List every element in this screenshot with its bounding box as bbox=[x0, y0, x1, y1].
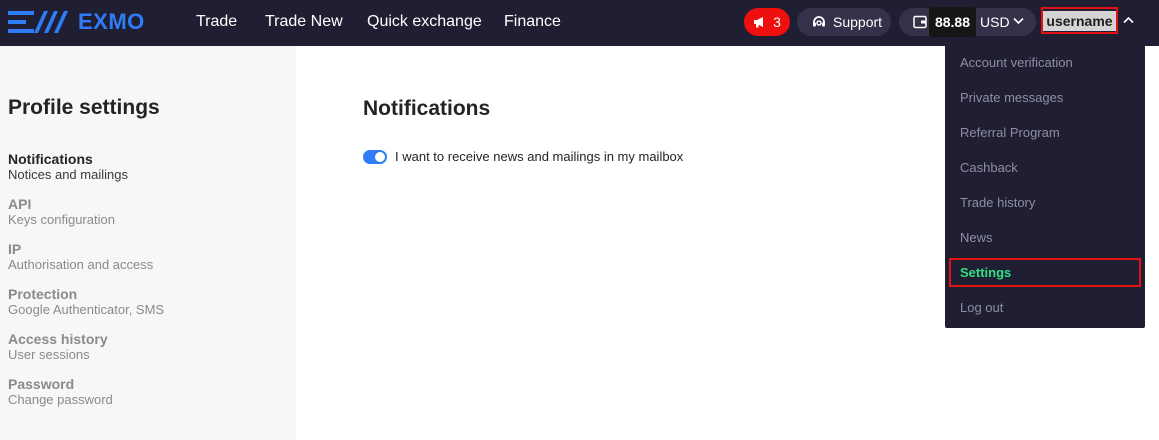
sidebar-item-api[interactable]: API Keys configuration bbox=[8, 196, 115, 227]
sidebar-item-subtitle: Google Authenticator, SMS bbox=[8, 302, 165, 317]
sidebar-item-subtitle: Authorisation and access bbox=[8, 257, 154, 272]
exmo-logo[interactable]: EXMO bbox=[8, 9, 145, 35]
sidebar-item-title: API bbox=[8, 196, 32, 212]
sidebar-item-title: IP bbox=[8, 241, 22, 257]
menu-item-private-messages[interactable]: Private messages bbox=[960, 90, 1063, 105]
balance-currency: USD bbox=[980, 14, 1010, 30]
username: username bbox=[1043, 10, 1116, 31]
sidebar-item-title: Notifications bbox=[8, 151, 93, 167]
sidebar-item-subtitle: User sessions bbox=[8, 347, 90, 362]
mailing-toggle-label[interactable]: I want to receive news and mailings in m… bbox=[395, 149, 683, 164]
megaphone-icon bbox=[754, 17, 764, 28]
menu-item-referral-program[interactable]: Referral Program bbox=[960, 125, 1060, 140]
wallet-icon bbox=[913, 15, 927, 29]
nav-finance[interactable]: Finance bbox=[504, 12, 561, 32]
balance-value: 88.88 bbox=[929, 7, 976, 37]
sidebar-item-ip[interactable]: IP Authorisation and access bbox=[8, 241, 153, 272]
mailing-toggle-switch[interactable] bbox=[363, 150, 387, 164]
sidebar-item-title: Access history bbox=[8, 331, 108, 347]
profile-settings-sidebar: Profile settings Notifications Notices a… bbox=[0, 46, 296, 440]
balance-selector[interactable]: 88.88 USD bbox=[899, 7, 1036, 37]
sidebar-item-password[interactable]: Password Change password bbox=[8, 376, 113, 407]
sidebar-item-subtitle: Keys configuration bbox=[8, 212, 115, 227]
page-title: Notifications bbox=[363, 97, 491, 120]
menu-item-cashback[interactable]: Cashback bbox=[960, 160, 1018, 175]
sidebar-item-title: Password bbox=[8, 376, 75, 392]
menu-item-account-verification[interactable]: Account verification bbox=[960, 55, 1073, 70]
sidebar-item-title: Protection bbox=[8, 286, 78, 302]
nav-trade-new[interactable]: Trade New bbox=[265, 12, 343, 32]
menu-item-log-out[interactable]: Log out bbox=[960, 300, 1003, 315]
support-headset-icon bbox=[813, 16, 825, 27]
sidebar-item-access-history[interactable]: Access history User sessions bbox=[8, 331, 108, 362]
sidebar-item-notifications[interactable]: Notifications Notices and mailings bbox=[8, 151, 128, 182]
nav-trade[interactable]: Trade bbox=[196, 12, 237, 32]
user-dropdown-menu: Account verification Private messages Re… bbox=[945, 42, 1145, 328]
sidebar-item-protection[interactable]: Protection Google Authenticator, SMS bbox=[8, 286, 164, 317]
menu-item-trade-history[interactable]: Trade history bbox=[960, 195, 1035, 210]
chevron-down-icon bbox=[1013, 17, 1024, 25]
menu-item-news[interactable]: News bbox=[960, 230, 993, 245]
notifications-button[interactable]: 3 bbox=[744, 8, 790, 36]
sidebar-item-subtitle: Change password bbox=[8, 392, 113, 407]
exmo-logo-icon bbox=[8, 11, 68, 33]
support-button[interactable]: Support bbox=[797, 8, 891, 36]
nav-quick-exchange[interactable]: Quick exchange bbox=[367, 12, 482, 32]
menu-item-settings[interactable]: Settings bbox=[960, 265, 1011, 280]
sidebar-item-subtitle: Notices and mailings bbox=[8, 167, 128, 182]
sidebar-title: Profile settings bbox=[8, 96, 160, 119]
chevron-up-icon[interactable] bbox=[1123, 16, 1134, 24]
user-menu-button[interactable]: username bbox=[1041, 7, 1118, 34]
top-navigation-bar: EXMO Trade Trade New Quick exchange Fina… bbox=[0, 0, 1159, 46]
notifications-count: 3 bbox=[773, 14, 781, 30]
logo-text: EXMO bbox=[78, 9, 145, 34]
support-label: Support bbox=[833, 14, 883, 30]
